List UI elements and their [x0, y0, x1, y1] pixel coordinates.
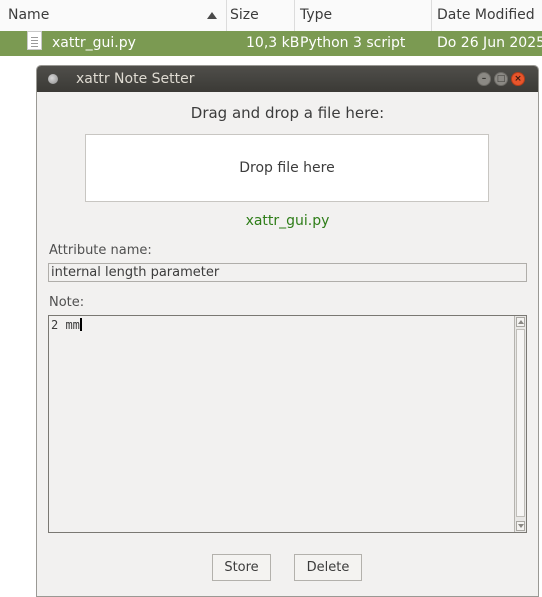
column-header-size[interactable]: Size: [227, 0, 295, 31]
file-row-selected[interactable]: xattr_gui.py 10,3 kB Python 3 script Do …: [0, 31, 542, 56]
minimize-icon[interactable]: –: [477, 72, 491, 86]
text-caret: [79, 318, 82, 331]
text-file-icon: [27, 31, 42, 50]
app-icon: [48, 74, 58, 84]
note-value: 2 mm: [51, 318, 80, 332]
window-title: xattr Note Setter: [76, 71, 195, 87]
column-header-type-label: Type: [300, 7, 333, 23]
drop-zone-text: Drop file here: [239, 160, 335, 176]
scroll-down-arrow-icon[interactable]: [516, 521, 525, 531]
attribute-name-input[interactable]: [48, 263, 527, 282]
window-titlebar[interactable]: xattr Note Setter – □ ×: [37, 66, 538, 92]
maximize-icon[interactable]: □: [494, 72, 508, 86]
scroll-up-arrow-icon[interactable]: [516, 317, 525, 327]
drop-zone[interactable]: Drop file here: [85, 134, 489, 202]
column-header-date-label: Date Modified: [437, 7, 535, 23]
file-name: xattr_gui.py: [52, 35, 136, 51]
file-type: Python 3 script: [300, 35, 406, 51]
column-header-name-label: Name: [8, 7, 50, 23]
note-textarea[interactable]: 2 mm: [48, 315, 527, 533]
note-label: Note:: [49, 295, 85, 310]
sort-ascending-icon: [207, 12, 217, 19]
column-header-date-modified[interactable]: Date Modified: [432, 0, 542, 31]
store-button[interactable]: Store: [212, 554, 271, 581]
file-list-header: Name Size Type Date Modified: [0, 0, 542, 32]
delete-button[interactable]: Delete: [294, 554, 362, 581]
xattr-note-setter-window: xattr Note Setter – □ × Drag and drop a …: [36, 65, 539, 597]
dropped-file-name: xattr_gui.py: [245, 213, 330, 229]
column-header-size-label: Size: [230, 7, 259, 23]
file-date-modified: Do 26 Jun 2025 0: [437, 35, 542, 51]
note-text: 2 mm: [51, 318, 82, 332]
note-scrollbar[interactable]: [514, 316, 526, 532]
close-icon[interactable]: ×: [511, 72, 525, 86]
column-header-name[interactable]: Name: [0, 0, 227, 31]
attribute-name-label: Attribute name:: [49, 243, 152, 258]
file-size: 10,3 kB: [246, 35, 300, 51]
scrollbar-thumb[interactable]: [516, 329, 525, 517]
column-header-type[interactable]: Type: [295, 0, 432, 31]
drag-drop-instruction: Drag and drop a file here:: [190, 104, 385, 122]
